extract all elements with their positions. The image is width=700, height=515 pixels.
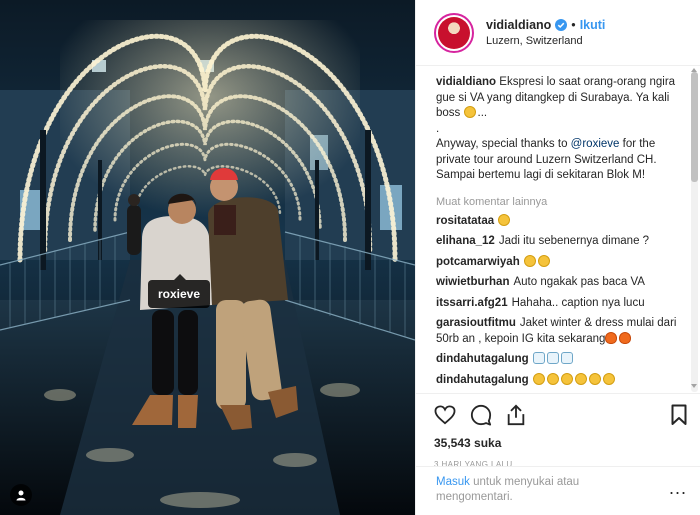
comment-item: itssarri.afg21 Hahaha.. caption nya lucu (436, 296, 685, 312)
caption-text-4: Sampai bertemu lagi di sekitaran Blok M! (436, 169, 646, 181)
comment-username[interactable]: dindahutagalung (436, 353, 529, 365)
comment-username[interactable]: garasioutfitmu (436, 317, 516, 329)
post-caption: vidialdiano Ekspresi lo saat orang-orang… (436, 75, 685, 184)
avatar[interactable] (434, 12, 474, 53)
bookmark-save-icon[interactable] (671, 404, 687, 426)
user-tag-label[interactable]: roxieve (148, 274, 211, 308)
comment-text: Jadi itu sebenernya dimane ? (498, 235, 650, 247)
more-options-icon[interactable]: ... (669, 479, 687, 497)
comment-bubble-icon[interactable] (470, 404, 492, 426)
smile-emoji-icon (574, 372, 587, 385)
fire-emoji-icon (619, 331, 632, 344)
scroll-down-arrow-icon[interactable] (691, 384, 697, 388)
smile-emoji-icon (532, 372, 545, 385)
like-heart-icon[interactable] (434, 405, 456, 425)
header-separator: • (571, 18, 576, 32)
smile-emoji-icon (546, 372, 559, 385)
login-prompt: Masuk untuk menyukai atau mengomentari. … (416, 466, 700, 515)
verified-badge-icon (555, 19, 568, 31)
scroll-up-arrow-icon[interactable] (691, 68, 697, 72)
caption-ellipsis: ... (477, 107, 488, 119)
comment-item: garasioutfitmu Jaket winter & dress mulai… (436, 316, 685, 347)
caption-dot-line: . (436, 122, 440, 135)
caption-username[interactable]: vidialdiano (436, 76, 496, 88)
post-header: vidialdiano • Ikuti Luzern, Switzerland (416, 0, 700, 66)
laughing-emoji-icon (463, 106, 476, 118)
post-side-panel: vidialdiano • Ikuti Luzern, Switzerland … (415, 0, 700, 515)
laughing-emoji-icon (498, 213, 511, 226)
follow-button[interactable]: Ikuti (580, 18, 606, 32)
comment-item: potcamarwiyah (436, 254, 685, 271)
unicorn-emoji-icon (560, 352, 573, 364)
comment-item: rositatataa (436, 213, 685, 230)
comment-item: wiwietburhan Auto ngakak pas baca VA (436, 275, 685, 291)
comment-username[interactable]: potcamarwiyah (436, 256, 520, 268)
post-actions: 35,543 suka 3 HARI YANG LALU (416, 393, 700, 469)
comment-text: Hahaha.. caption nya lucu (511, 296, 645, 309)
comment-username[interactable]: dindahutagalung (436, 374, 529, 386)
comments-list: vidialdiano Ekspresi lo saat orang-orang… (416, 67, 700, 393)
grin-emoji-icon (537, 254, 550, 267)
fire-emoji-icon (605, 331, 618, 344)
tagged-user-icon[interactable] (10, 484, 32, 506)
comment-username[interactable]: itssarri.afg21 (436, 297, 508, 309)
comment-text: Auto ngakak pas baca VA (513, 276, 645, 288)
comment-item: dindahutagalung (436, 372, 685, 389)
header-username[interactable]: vidialdiano (486, 18, 551, 32)
post-photo[interactable]: roxieve (0, 0, 415, 515)
caption-mention-link[interactable]: @roxieve (571, 138, 620, 150)
comment-item: dindahutagalung (436, 352, 685, 368)
comment-username[interactable]: wiwietburhan (436, 276, 509, 288)
unicorn-emoji-icon (546, 352, 559, 364)
caption-ch: CH. (636, 153, 657, 166)
smile-emoji-icon (588, 372, 601, 385)
share-icon[interactable] (506, 404, 526, 426)
comments-scrollbar[interactable] (691, 72, 698, 392)
smile-emoji-icon (560, 372, 573, 385)
scrollbar-thumb[interactable] (691, 72, 698, 182)
comment-username[interactable]: elihana_12 (436, 235, 495, 247)
grin-emoji-icon (523, 254, 536, 267)
smile-emoji-icon (602, 372, 615, 385)
comment-username[interactable]: rositatataa (436, 215, 494, 227)
load-more-comments-button[interactable]: Muat komentar lainnya (436, 196, 685, 208)
location-link[interactable]: Luzern, Switzerland (486, 35, 605, 47)
likes-count[interactable]: 35,543 suka (434, 436, 687, 450)
unicorn-emoji-icon (532, 352, 545, 364)
comment-item: elihana_12 Jadi itu sebenernya dimane ? (436, 234, 685, 250)
instagram-post: roxieve vidialdiano • Ikuti Luzern, Swit… (0, 0, 700, 515)
login-link[interactable]: Masuk (436, 476, 470, 488)
caption-text-3a: Anyway, special thanks to (436, 138, 568, 150)
night-bridge-scene (0, 0, 415, 515)
